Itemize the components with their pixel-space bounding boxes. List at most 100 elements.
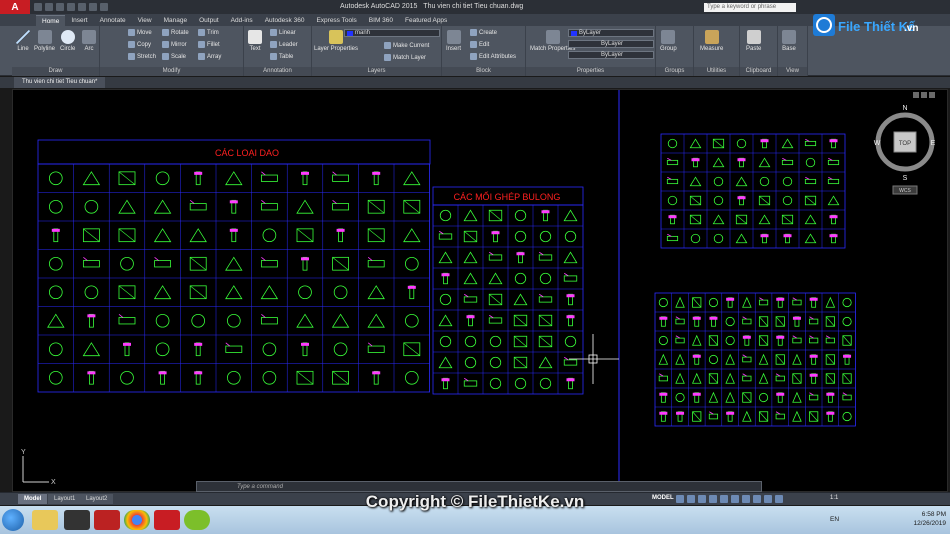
block-panel-title[interactable]: Block <box>442 67 525 76</box>
make-current-tool[interactable]: Make Current <box>384 42 429 49</box>
redo-icon[interactable] <box>100 3 108 11</box>
new-icon[interactable] <box>34 3 42 11</box>
create-block-tool[interactable]: Create <box>470 29 497 36</box>
table-tool[interactable]: Table <box>270 53 293 60</box>
line-tool[interactable]: Line <box>16 30 30 52</box>
viewport-close-icon[interactable] <box>929 92 935 98</box>
viewcube-east-label[interactable]: E <box>931 140 936 147</box>
cad-symbol-outline <box>658 353 669 365</box>
clipboard-panel-title[interactable]: Clipboard <box>740 67 777 76</box>
open-icon[interactable] <box>45 3 53 11</box>
command-input[interactable]: Type a command <box>196 481 762 492</box>
cad-symbol <box>742 392 752 403</box>
properties-panel-title[interactable]: Properties <box>526 67 655 76</box>
ribbon-tab-output[interactable]: Output <box>193 15 225 26</box>
lineweight-dropdown[interactable]: ByLayer <box>568 51 654 59</box>
ribbon-tab-home[interactable]: Home <box>36 15 66 26</box>
leader-tool[interactable]: Leader <box>270 41 298 48</box>
save-as-icon[interactable] <box>67 3 75 11</box>
edit-attributes-tool[interactable]: Edit Attributes <box>470 53 516 60</box>
cad-symbol-head <box>659 316 668 320</box>
view-panel-title[interactable]: View <box>778 67 807 76</box>
ribbon-tab-bim-360[interactable]: BIM 360 <box>363 15 399 26</box>
application-menu-button[interactable]: A <box>0 0 30 14</box>
document-tab-bar: Thu vien chi tiet Tieu chuan* <box>0 77 950 88</box>
cad-symbol-head <box>760 234 769 238</box>
viewcube-west-label[interactable]: W <box>874 140 881 147</box>
copyright-watermark: Copyright © FileThietKe.vn <box>365 492 585 511</box>
autocad-taskbar-icon[interactable] <box>154 510 180 530</box>
stretch-tool[interactable]: Stretch <box>128 53 156 60</box>
groups-panel-title[interactable]: Groups <box>656 67 693 76</box>
polyline-tool[interactable]: Polyline <box>34 30 55 52</box>
viewport-restore-icon[interactable] <box>921 92 927 98</box>
cad-symbol <box>367 257 385 268</box>
layers-panel-title[interactable]: Layers <box>312 67 441 76</box>
cad-symbol <box>809 335 819 344</box>
viewcube[interactable]: TOP N S W E WCS <box>874 105 936 195</box>
modify-panel-title[interactable]: Modify <box>100 67 243 76</box>
match-layer-tool[interactable]: Match Layer <box>384 54 426 61</box>
copy-tool[interactable]: Copy <box>128 41 151 48</box>
cad-symbol-marker <box>367 342 373 347</box>
circle-tool[interactable]: Circle <box>60 30 75 52</box>
ribbon-tab-add-ins[interactable]: Add-ins <box>225 15 259 26</box>
chrome-icon[interactable] <box>124 510 150 530</box>
array-tool[interactable]: Array <box>198 53 221 60</box>
move-tool[interactable]: Move <box>128 29 152 36</box>
paste-tool[interactable]: Paste <box>746 30 761 52</box>
cad-symbol-outline <box>725 335 735 346</box>
scale-tool[interactable]: Scale <box>162 53 186 60</box>
ribbon-tab-manage[interactable]: Manage <box>158 15 194 26</box>
edit-block-tool[interactable]: Edit <box>470 41 489 48</box>
app-icon-green[interactable] <box>184 510 210 530</box>
base-view-tool[interactable]: Base <box>782 30 796 52</box>
start-button[interactable] <box>2 509 24 531</box>
fillet-tool[interactable]: Fillet <box>198 41 220 48</box>
linetype-dropdown[interactable]: ByLayer <box>568 40 654 48</box>
text-tool[interactable]: Text <box>248 30 262 52</box>
linear-dimension-tool[interactable]: Linear <box>270 29 296 36</box>
viewcube-south-label[interactable]: S <box>903 175 908 182</box>
input-language[interactable]: EN <box>830 516 839 523</box>
viewport-window-controls <box>913 92 935 98</box>
cad-symbol <box>155 342 170 357</box>
system-clock[interactable]: 6:58 PM 12/26/2019 <box>913 510 946 528</box>
file-explorer-icon[interactable] <box>32 510 58 530</box>
drawing-svg[interactable]: CÁC LOẠI DAO CÁC MỐI GHÉP BULONG Y X TOP… <box>13 90 948 492</box>
document-tab[interactable]: Thu vien chi tiet Tieu chuan* <box>14 77 106 88</box>
ribbon-tab-express-tools[interactable]: Express Tools <box>310 15 362 26</box>
color-dropdown[interactable]: ByLayer <box>568 29 654 37</box>
cad-symbol-outline <box>332 174 350 182</box>
drawing-canvas[interactable]: CÁC LOẠI DAO CÁC MỐI GHÉP BULONG Y X TOP… <box>12 89 948 492</box>
save-icon[interactable] <box>56 3 64 11</box>
ribbon-tab-view[interactable]: View <box>132 15 158 26</box>
cad-symbol <box>260 171 278 182</box>
trim-tool[interactable]: Trim <box>198 29 219 36</box>
arc-tool[interactable]: Arc <box>82 30 96 52</box>
draw-panel-title[interactable]: Draw <box>12 67 99 76</box>
cad-symbol-head <box>229 200 238 204</box>
utilities-panel-title[interactable]: Utilities <box>694 67 739 76</box>
ribbon-tab-featured-apps[interactable]: Featured Apps <box>399 15 453 26</box>
app-icon-red[interactable] <box>94 510 120 530</box>
viewcube-north-label[interactable]: N <box>902 105 907 112</box>
group-tool[interactable]: Group <box>660 30 677 52</box>
media-app-icon[interactable] <box>64 510 90 530</box>
ribbon-tab-insert[interactable]: Insert <box>65 15 93 26</box>
rotate-tool[interactable]: Rotate <box>162 29 189 36</box>
cad-symbol <box>689 138 702 149</box>
ribbon-tab-annotate[interactable]: Annotate <box>94 15 132 26</box>
search-input[interactable]: Type a keyword or phrase <box>704 3 796 12</box>
layer-dropdown[interactable]: manh <box>344 29 440 37</box>
undo-icon[interactable] <box>89 3 97 11</box>
annotation-panel-title[interactable]: Annotation <box>244 67 311 76</box>
viewport-minimize-icon[interactable] <box>913 92 919 98</box>
cad-symbol <box>153 199 172 214</box>
insert-tool[interactable]: Insert <box>446 30 461 52</box>
measure-tool[interactable]: Measure <box>700 30 723 52</box>
print-icon[interactable] <box>78 3 86 11</box>
ribbon-tab-autodesk-360[interactable]: Autodesk 360 <box>259 15 311 26</box>
mirror-tool[interactable]: Mirror <box>162 41 187 48</box>
cad-symbol-outline <box>296 199 314 214</box>
